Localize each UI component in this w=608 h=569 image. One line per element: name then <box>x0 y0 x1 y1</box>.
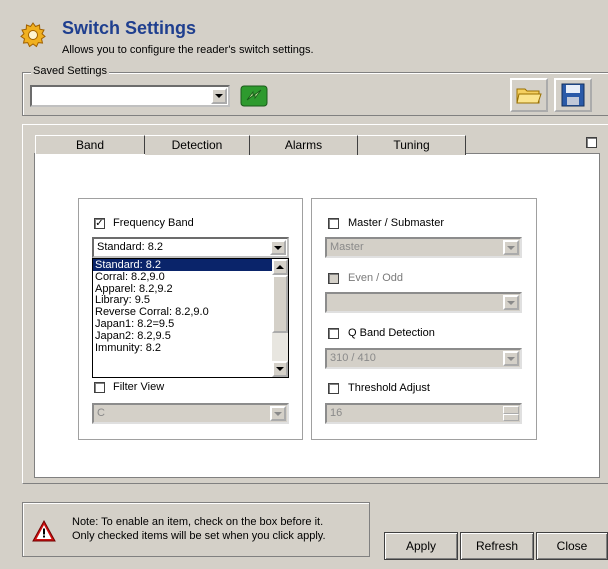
threshold-value: 16 <box>330 407 343 419</box>
master-value: Master <box>330 241 364 253</box>
master-combo[interactable]: Master <box>325 237 522 258</box>
folder-open-icon <box>516 88 542 104</box>
chevron-down-icon[interactable] <box>270 240 286 255</box>
threshold-label: Threshold Adjust <box>348 382 430 394</box>
page-subtitle: Allows you to configure the reader's swi… <box>62 44 314 56</box>
save-disk-icon <box>561 83 585 107</box>
scroll-up-icon[interactable] <box>272 259 288 275</box>
apply-saved-button[interactable] <box>236 80 272 110</box>
filter-view-combo[interactable]: C <box>92 403 289 424</box>
warning-icon <box>32 520 56 542</box>
tab-tuning[interactable]: Tuning <box>358 135 466 155</box>
chevron-down-icon <box>503 240 519 255</box>
frequency-band-combo[interactable]: Standard: 8.2 <box>92 237 289 258</box>
apply-button[interactable]: Apply <box>384 532 458 560</box>
even-odd-label: Even / Odd <box>348 272 404 284</box>
q-band-value: 310 / 410 <box>330 352 376 364</box>
frequency-band-label: Frequency Band <box>113 217 194 229</box>
saved-settings-legend: Saved Settings <box>31 65 109 77</box>
tab-alarms[interactable]: Alarms <box>250 135 358 155</box>
dropdown-scrollbar[interactable] <box>272 259 288 377</box>
green-arrow-icon <box>240 85 268 107</box>
list-item[interactable]: Japan2: 8.2,9.5 <box>93 330 288 342</box>
list-item[interactable]: Corral: 8.2,9.0 <box>93 271 288 283</box>
filter-view-checkbox[interactable] <box>94 382 105 393</box>
gear-icon <box>20 22 46 48</box>
q-band-checkbox[interactable] <box>328 328 339 339</box>
spinner-arrows-icon <box>503 406 519 421</box>
master-submaster-label: Master / Submaster <box>348 217 444 229</box>
frequency-band-value: Standard: 8.2 <box>97 241 164 253</box>
note-line-1: Note: To enable an item, check on the bo… <box>72 516 324 528</box>
advanced-checkbox[interactable] <box>586 137 597 148</box>
close-button[interactable]: Close <box>536 532 608 560</box>
even-odd-checkbox[interactable] <box>328 273 339 284</box>
saved-settings-combo[interactable] <box>30 85 230 107</box>
threshold-spinner[interactable]: 16 <box>325 403 522 424</box>
save-settings-button[interactable] <box>554 78 592 112</box>
master-submaster-checkbox[interactable] <box>328 218 339 229</box>
q-band-label: Q Band Detection <box>348 327 435 339</box>
scrollbar-thumb[interactable] <box>272 275 288 333</box>
filter-view-value: C <box>97 407 105 419</box>
refresh-button[interactable]: Refresh <box>460 532 534 560</box>
tab-tuning-label: Tuning <box>393 138 430 152</box>
chevron-down-icon <box>503 295 519 310</box>
list-item[interactable]: Library: 9.5 <box>93 294 288 306</box>
even-odd-combo[interactable] <box>325 292 522 313</box>
page-title: Switch Settings <box>62 18 197 38</box>
tab-detection-label: Detection <box>171 138 223 152</box>
filter-view-label: Filter View <box>113 381 165 393</box>
frequency-band-dropdown-list[interactable]: Standard: 8.2 Corral: 8.2,9.0 Apparel: 8… <box>92 258 289 378</box>
scroll-down-icon[interactable] <box>272 361 288 377</box>
q-band-combo[interactable]: 310 / 410 <box>325 348 522 369</box>
list-item[interactable]: Reverse Corral: 8.2,9.0 <box>93 306 288 318</box>
tab-band[interactable]: Band <box>35 135 145 154</box>
note-line-2: Only checked items will be set when you … <box>72 530 326 542</box>
list-item[interactable]: Standard: 8.2 <box>93 259 288 271</box>
chevron-down-icon <box>503 351 519 366</box>
load-settings-button[interactable] <box>510 78 548 112</box>
list-item[interactable]: Apparel: 8.2,9.2 <box>93 283 288 295</box>
list-item[interactable]: Immunity: 8.2 <box>93 342 288 354</box>
frequency-band-checkbox[interactable]: ✓ <box>94 218 105 229</box>
threshold-checkbox[interactable] <box>328 383 339 394</box>
chevron-down-icon <box>270 406 286 421</box>
list-item[interactable]: Japan1: 8.2=9.5 <box>93 318 288 330</box>
tab-detection[interactable]: Detection <box>145 135 250 155</box>
tab-band-label: Band <box>75 138 105 152</box>
chevron-down-icon[interactable] <box>211 88 227 104</box>
tab-alarms-label: Alarms <box>284 138 323 152</box>
